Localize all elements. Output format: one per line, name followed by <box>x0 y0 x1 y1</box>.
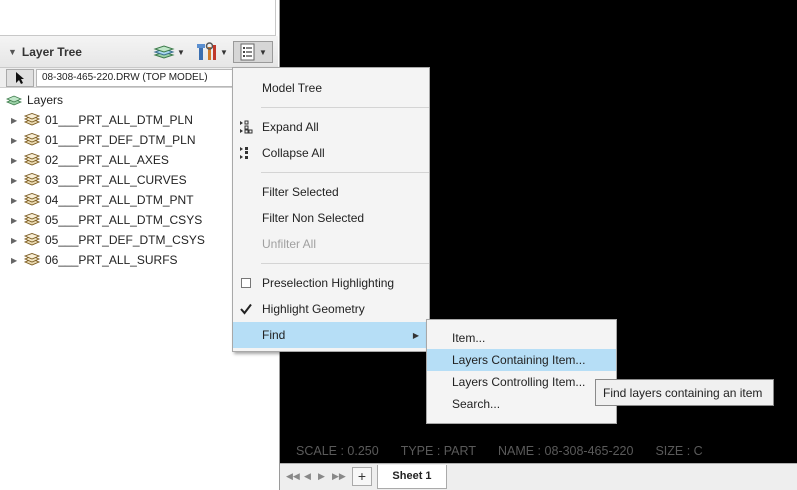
layer-icon <box>23 173 41 186</box>
layers-icon <box>6 95 22 106</box>
submenu-arrow-icon: ▶ <box>412 330 419 340</box>
tree-item-label: 01___PRT_ALL_DTM_PLN <box>45 113 193 127</box>
tree-item-label: 02___PRT_ALL_AXES <box>45 153 169 167</box>
submenu-item-layers-containing[interactable]: Layers Containing Item... <box>427 349 616 371</box>
submenu-item-layers-controlling[interactable]: Layers Controlling Item... <box>427 371 616 393</box>
expand-arrow-icon[interactable]: ▶ <box>11 236 19 245</box>
expand-arrow-icon[interactable]: ▶ <box>11 256 19 265</box>
tree-item-label: 05___PRT_ALL_DTM_CSYS <box>45 213 203 227</box>
chevron-down-icon: ▼ <box>177 47 185 57</box>
menu-item-unfilter-all: Unfilter All <box>233 231 429 257</box>
add-sheet-button[interactable]: + <box>352 467 372 486</box>
menu-item-collapse-all[interactable]: Collapse All <box>233 140 429 166</box>
layer-icon <box>23 133 41 146</box>
status-size: SIZE : C <box>655 444 703 458</box>
tab-sheet-1[interactable]: Sheet 1 <box>377 465 447 489</box>
tree-settings-icon <box>240 43 255 61</box>
menu-item-label: Model Tree <box>262 81 323 95</box>
tree-item-label: 05___PRT_DEF_DTM_CSYS <box>45 233 205 247</box>
menu-item-filter-selected[interactable]: Filter Selected <box>233 179 429 205</box>
expand-arrow-icon[interactable]: ▶ <box>11 216 19 225</box>
chevron-down-icon: ▼ <box>259 47 267 57</box>
drawing-status-text: SCALE : 0.250 TYPE : PART NAME : 08-308-… <box>296 444 796 462</box>
checkbox-unchecked-icon[interactable] <box>239 276 253 290</box>
tree-settings-menu: Model Tree Expand All Collapse All Filte… <box>232 67 430 352</box>
expand-arrow-icon[interactable]: ▶ <box>11 136 19 145</box>
tree-item-label: 06___PRT_ALL_SURFS <box>45 253 178 267</box>
collapse-all-icon <box>239 146 253 160</box>
submenu-item-label: Search... <box>452 397 501 411</box>
chevron-down-icon: ▼ <box>220 47 228 57</box>
tree-item-label: 04___PRT_ALL_DTM_PNT <box>45 193 194 207</box>
last-sheet-icon[interactable]: ▶▶ <box>332 471 346 482</box>
arrow-pointer-icon <box>16 72 24 84</box>
layer-icon <box>23 213 41 226</box>
menu-item-highlight-geometry[interactable]: Highlight Geometry <box>233 296 429 322</box>
tooltip: Find layers containing an item <box>595 379 774 406</box>
tools-button[interactable]: ▼ <box>194 41 230 63</box>
menu-separator <box>261 172 429 173</box>
select-pointer-button[interactable] <box>6 69 34 87</box>
menu-item-preselection-highlighting[interactable]: Preselection Highlighting <box>233 270 429 296</box>
menu-item-label: Unfilter All <box>262 237 317 251</box>
submenu-item-search[interactable]: Search... <box>427 393 616 415</box>
tree-root-label: Layers <box>27 93 64 107</box>
menu-separator <box>261 263 429 264</box>
menu-item-label: Preselection Highlighting <box>262 276 395 290</box>
checkmark-icon[interactable] <box>239 302 253 316</box>
menu-item-expand-all[interactable]: Expand All <box>233 114 429 140</box>
expand-arrow-icon[interactable]: ▶ <box>11 156 19 165</box>
layer-icon <box>23 253 41 266</box>
submenu-item-label: Layers Controlling Item... <box>452 375 586 389</box>
menu-item-label: Filter Non Selected <box>262 211 365 225</box>
layer-icon <box>23 153 41 166</box>
menu-item-label: Highlight Geometry <box>262 302 365 316</box>
layer-icon <box>23 113 41 126</box>
status-type: TYPE : PART <box>400 444 476 458</box>
layer-tree-title-wrap[interactable]: ▼ Layer Tree <box>8 45 82 59</box>
menu-separator <box>261 107 429 108</box>
tools-icon <box>197 42 217 60</box>
layers-icon <box>153 45 175 59</box>
next-sheet-icon[interactable]: ▶ <box>318 471 325 482</box>
submenu-item-label: Layers Containing Item... <box>452 353 586 367</box>
tree-settings-button[interactable]: ▼ <box>233 41 273 63</box>
menu-item-label: Find <box>262 328 286 342</box>
menu-item-label: Filter Selected <box>262 185 339 199</box>
status-name: NAME : 08-308-465-220 <box>497 444 634 458</box>
prev-sheet-icon[interactable]: ◀ <box>304 471 311 482</box>
expand-arrow-icon[interactable]: ▶ <box>11 116 19 125</box>
submenu-item-label: Item... <box>452 331 486 345</box>
layers-button[interactable]: ▼ <box>150 41 188 63</box>
menu-item-label: Collapse All <box>262 146 325 160</box>
menu-item-filter-non-selected[interactable]: Filter Non Selected <box>233 205 429 231</box>
menu-item-find[interactable]: Find ▶ <box>233 322 429 348</box>
collapse-triangle-icon[interactable]: ▼ <box>8 47 17 57</box>
panel-top-area <box>0 0 276 36</box>
menu-item-label: Expand All <box>262 120 319 134</box>
first-sheet-icon[interactable]: ◀◀ <box>286 471 300 482</box>
tree-item-label: 01___PRT_DEF_DTM_PLN <box>45 133 196 147</box>
submenu-item-item[interactable]: Item... <box>427 327 616 349</box>
expand-arrow-icon[interactable]: ▶ <box>11 196 19 205</box>
find-submenu: Item... Layers Containing Item... Layers… <box>426 319 617 424</box>
layer-tree-header: ▼ Layer Tree ▼ ▼ ▼ <box>0 36 278 68</box>
layer-icon <box>23 193 41 206</box>
tree-item-label: 03___PRT_ALL_CURVES <box>45 173 187 187</box>
layer-tree-title: Layer Tree <box>21 45 82 59</box>
model-select[interactable]: 08-308-465-220.DRW (TOP MODEL) <box>36 69 234 87</box>
status-scale: SCALE : 0.250 <box>296 444 379 458</box>
sheet-bar: ◀◀ ◀ ▶ ▶▶ + Sheet 1 <box>280 463 797 490</box>
expand-arrow-icon[interactable]: ▶ <box>11 176 19 185</box>
menu-item-model-tree[interactable]: Model Tree <box>233 75 429 101</box>
expand-all-icon <box>239 120 253 134</box>
layer-icon <box>23 233 41 246</box>
